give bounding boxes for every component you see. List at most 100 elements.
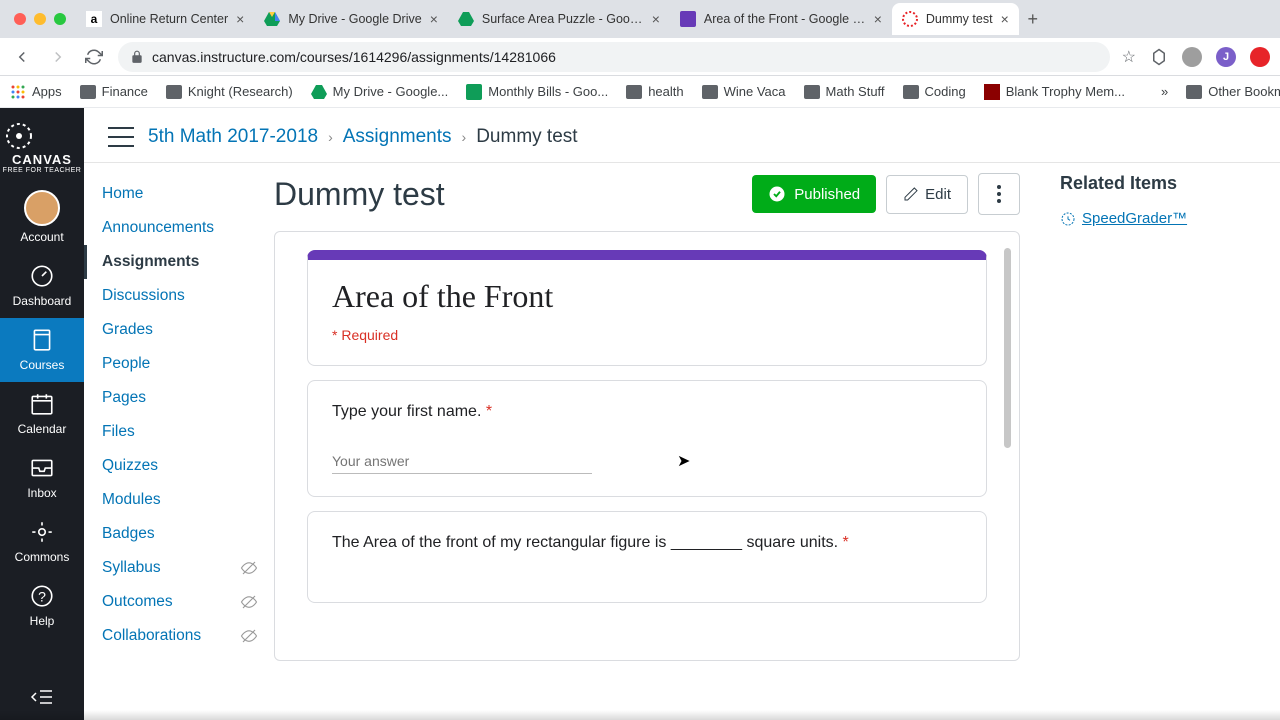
sheets-icon bbox=[466, 84, 482, 100]
question-2-label: The Area of the front of my rectangular … bbox=[332, 534, 962, 552]
url-input[interactable]: canvas.instructure.com/courses/1614296/a… bbox=[118, 42, 1110, 72]
folder-icon bbox=[626, 85, 642, 99]
nav-dashboard[interactable]: Dashboard bbox=[0, 254, 84, 318]
pencil-icon bbox=[903, 186, 919, 202]
bookmark-coding[interactable]: Coding bbox=[903, 84, 966, 99]
bookmark-overflow[interactable]: » bbox=[1161, 84, 1168, 99]
nav-quizzes[interactable]: Quizzes bbox=[84, 449, 274, 483]
nav-modules[interactable]: Modules bbox=[84, 483, 274, 517]
nav-pages[interactable]: Pages bbox=[84, 381, 274, 415]
google-form-embed[interactable]: Area of the Front * Required Type your f… bbox=[274, 231, 1020, 661]
dashboard-icon bbox=[28, 262, 56, 290]
drive-icon bbox=[458, 11, 474, 27]
nav-files[interactable]: Files bbox=[84, 415, 274, 449]
page-title: Dummy test bbox=[274, 176, 742, 213]
nav-help[interactable]: ? Help bbox=[0, 574, 84, 638]
calendar-icon bbox=[28, 390, 56, 418]
new-tab-button[interactable]: + bbox=[1019, 5, 1047, 33]
nav-syllabus[interactable]: Syllabus bbox=[84, 551, 274, 585]
nav-commons[interactable]: Commons bbox=[0, 510, 84, 574]
back-button[interactable] bbox=[10, 48, 34, 66]
profile-icon[interactable]: J bbox=[1216, 47, 1236, 67]
window-controls[interactable] bbox=[14, 13, 66, 25]
star-icon[interactable]: ☆ bbox=[1122, 47, 1136, 67]
course-nav: Home Announcements Assignments Discussio… bbox=[84, 163, 274, 720]
close-window-icon[interactable] bbox=[14, 13, 26, 25]
bookmark-math[interactable]: Math Stuff bbox=[804, 84, 885, 99]
check-circle-icon bbox=[768, 185, 786, 203]
ext-icon-1[interactable] bbox=[1150, 48, 1168, 66]
related-title: Related Items bbox=[1060, 173, 1260, 194]
reload-button[interactable] bbox=[82, 48, 106, 66]
chevron-right-icon: › bbox=[328, 129, 333, 145]
question-1-card: Type your first name. * bbox=[307, 380, 987, 497]
more-button[interactable] bbox=[978, 173, 1020, 215]
apps-button[interactable]: Apps bbox=[10, 84, 62, 100]
close-icon[interactable]: × bbox=[1001, 11, 1009, 27]
breadcrumb-course[interactable]: 5th Math 2017-2018 bbox=[148, 126, 318, 148]
help-icon: ? bbox=[28, 582, 56, 610]
hidden-icon bbox=[240, 627, 258, 645]
forward-button[interactable] bbox=[46, 48, 70, 66]
avatar-icon bbox=[24, 190, 60, 226]
maximize-window-icon[interactable] bbox=[54, 13, 66, 25]
bookmark-trophy[interactable]: Blank Trophy Mem... bbox=[984, 84, 1125, 100]
answer-input-1[interactable] bbox=[332, 449, 592, 474]
minimize-window-icon[interactable] bbox=[34, 13, 46, 25]
hidden-icon bbox=[240, 593, 258, 611]
nav-grades[interactable]: Grades bbox=[84, 313, 274, 347]
close-icon[interactable]: × bbox=[652, 11, 660, 27]
bookmark-wine[interactable]: Wine Vaca bbox=[702, 84, 786, 99]
bookmark-bills[interactable]: Monthly Bills - Goo... bbox=[466, 84, 608, 100]
canvas-logo[interactable]: CANVAS FREE FOR TEACHER bbox=[3, 108, 82, 182]
amazon-icon: a bbox=[86, 11, 102, 27]
edit-button[interactable]: Edit bbox=[886, 175, 968, 214]
tab-forms[interactable]: Area of the Front - Google Fo... × bbox=[670, 3, 892, 35]
bookmarks-bar: Apps Finance Knight (Research) My Drive … bbox=[0, 76, 1280, 108]
tab-amazon[interactable]: a Online Return Center × bbox=[76, 3, 254, 35]
chevron-right-icon: › bbox=[462, 129, 467, 145]
address-bar: canvas.instructure.com/courses/1614296/a… bbox=[0, 38, 1280, 76]
folder-icon bbox=[80, 85, 96, 99]
speedgrader-link[interactable]: SpeedGrader™ bbox=[1060, 210, 1260, 227]
breadcrumb-section[interactable]: Assignments bbox=[343, 126, 452, 148]
page-icon bbox=[984, 84, 1000, 100]
nav-discussions[interactable]: Discussions bbox=[84, 279, 274, 313]
nav-outcomes[interactable]: Outcomes bbox=[84, 585, 274, 619]
close-icon[interactable]: × bbox=[430, 11, 438, 27]
bookmark-finance[interactable]: Finance bbox=[80, 84, 148, 99]
nav-badges[interactable]: Badges bbox=[84, 517, 274, 551]
hamburger-button[interactable] bbox=[108, 127, 134, 147]
tab-drive[interactable]: My Drive - Google Drive × bbox=[254, 3, 448, 35]
nav-announcements[interactable]: Announcements bbox=[84, 211, 274, 245]
nav-courses[interactable]: Courses bbox=[0, 318, 84, 382]
nav-account[interactable]: Account bbox=[0, 182, 84, 254]
kebab-icon bbox=[997, 185, 1001, 203]
nav-inbox[interactable]: Inbox bbox=[0, 446, 84, 510]
published-button[interactable]: Published bbox=[752, 175, 876, 213]
close-icon[interactable]: × bbox=[236, 11, 244, 27]
ext-icon-2[interactable] bbox=[1182, 47, 1202, 67]
ext-icon-3[interactable] bbox=[1250, 47, 1270, 67]
tab-label: Area of the Front - Google Fo... bbox=[704, 12, 866, 26]
form-title: Area of the Front bbox=[332, 278, 962, 315]
scrollbar[interactable] bbox=[1004, 248, 1011, 448]
folder-icon bbox=[1186, 85, 1202, 99]
nav-collaborations[interactable]: Collaborations bbox=[84, 619, 274, 653]
nav-assignments[interactable]: Assignments bbox=[84, 245, 274, 279]
tab-label: Online Return Center bbox=[110, 12, 228, 26]
bookmark-drive[interactable]: My Drive - Google... bbox=[311, 84, 449, 99]
bookmark-knight[interactable]: Knight (Research) bbox=[166, 84, 293, 99]
nav-people[interactable]: People bbox=[84, 347, 274, 381]
other-bookmarks[interactable]: Other Bookmarks bbox=[1186, 84, 1280, 99]
bookmark-health[interactable]: health bbox=[626, 84, 683, 99]
breadcrumb: 5th Math 2017-2018 › Assignments › Dummy… bbox=[148, 126, 578, 148]
nav-calendar[interactable]: Calendar bbox=[0, 382, 84, 446]
canvas-logo-icon bbox=[3, 120, 35, 152]
nav-home[interactable]: Home bbox=[84, 177, 274, 211]
tab-canvas[interactable]: Dummy test × bbox=[892, 3, 1019, 35]
question-2-card: The Area of the front of my rectangular … bbox=[307, 511, 987, 603]
tab-puzzle[interactable]: Surface Area Puzzle - Google... × bbox=[448, 3, 670, 35]
global-nav: CANVAS FREE FOR TEACHER Account Dashboar… bbox=[0, 108, 84, 720]
close-icon[interactable]: × bbox=[874, 11, 882, 27]
